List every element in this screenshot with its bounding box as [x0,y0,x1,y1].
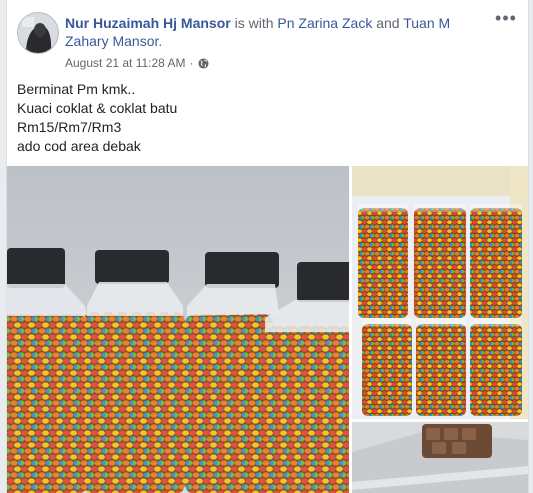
post-title-line: Nur Huzaimah Hj Mansor is with Pn Zarina… [65,14,485,50]
period-text: . [158,33,163,49]
avatar-image [18,13,58,53]
candy-containers-photo[interactable] [352,166,528,419]
with-text: is with [234,15,274,31]
post-text-line: ado cod area debak [17,138,141,154]
post-text: Berminat Pm kmk.. Kuaci coklat & coklat … [17,80,518,156]
timestamp-link[interactable]: August 21 at 11:28 AM [65,56,186,70]
chocolate-box-photo[interactable] [352,422,528,493]
meta-separator: · [189,56,194,70]
post-meta: August 21 at 11:28 AM · [65,56,209,70]
post-text-line: Berminat Pm kmk.. [17,81,136,97]
post-text-line: Rm15/Rm7/Rm3 [17,119,122,135]
globe-icon[interactable] [197,57,209,69]
more-options-icon[interactable]: ••• [494,9,518,28]
tagged-user-link-1[interactable]: Pn Zarina Zack [277,15,372,31]
author-name-link[interactable]: Nur Huzaimah Hj Mansor [65,15,231,31]
post-card: Nur Huzaimah Hj Mansor is with Pn Zarina… [6,0,529,493]
post-header: Nur Huzaimah Hj Mansor is with Pn Zarina… [17,9,518,72]
post-text-line: Kuaci coklat & coklat batu [17,100,178,116]
avatar[interactable] [17,12,59,54]
candy-jars-photo[interactable] [7,166,349,493]
photo-grid [7,166,528,493]
and-text: and [376,15,400,31]
